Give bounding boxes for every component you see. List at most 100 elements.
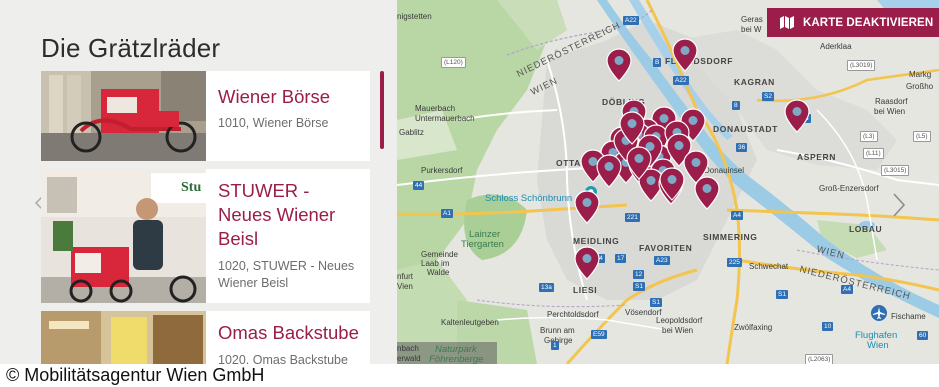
copyright-caption: © Mobilitätsagentur Wien GmbH [6, 365, 265, 385]
road-shield: B [653, 58, 662, 67]
label-gerasdorf: Geras [741, 15, 763, 24]
location-pin-icon[interactable] [619, 111, 645, 145]
road-shield: A23 [654, 256, 670, 265]
label-kaltenleutgeben: Kaltenleutgeben [441, 318, 499, 327]
road-shield: 10 [822, 322, 834, 331]
road-shield: 60 [917, 331, 929, 340]
label-aspern: ASPERN [797, 152, 837, 162]
scrollbar-thumb[interactable] [380, 71, 384, 149]
label-schwechat: Schwechat [749, 262, 789, 271]
label-nigstetten: nigstetten [397, 12, 432, 21]
location-pin-icon[interactable] [659, 167, 685, 201]
label-kagran: KAGRAN [734, 77, 775, 87]
location-pin-icon[interactable] [784, 99, 810, 133]
card-title[interactable]: Wiener Börse [218, 85, 363, 109]
card-photo-cargo-bike [41, 71, 206, 161]
airport-icon [871, 305, 887, 321]
location-list-panel: Die Grätzlräder Wiener Börse 1010, Wiene… [0, 0, 397, 364]
label-untermauerbach: Untermauerbach [415, 114, 475, 123]
road-shield: (L3) [860, 131, 878, 142]
card-address: 1010, Wiener Börse [218, 116, 329, 130]
svg-text:Stu: Stu [181, 180, 201, 195]
road-shield: 225 [727, 258, 742, 267]
road-shield: 44 [413, 181, 425, 190]
label-grosshofen: Großho [906, 82, 934, 91]
road-shield: A1 [441, 209, 453, 218]
road-shield: (L11) [863, 148, 884, 159]
label-simmering: SIMMERING [703, 232, 758, 242]
map-view[interactable]: nigstetten Geras bei W FLORIDSDORF Aderk… [397, 0, 939, 364]
road-shield: 13a [539, 283, 554, 292]
card-title[interactable]: Omas Backstube [218, 321, 363, 345]
road-shield: (L5) [913, 131, 931, 142]
road-shield: 12 [633, 270, 645, 279]
card-address: 1020, Omas Backstube [218, 353, 348, 364]
map-icon [780, 16, 794, 29]
label-favoriten: FAVORITEN [639, 243, 693, 253]
location-card-stuwer[interactable]: Stu STUWER - Neues Wiener Beisl 1020, ST… [41, 169, 370, 303]
label-leopoldsdorf: Leopoldsdorf [656, 316, 703, 325]
toggle-map-button[interactable]: KARTE DEAKTIVIEREN [767, 8, 939, 37]
road-shield: 8 [732, 101, 740, 110]
label-gerasdorf-2: bei W [741, 25, 762, 34]
card-address: 1020, STUWER - Neues Wiener Beisl [218, 259, 355, 290]
label-donaustadt: DONAUSTADT [713, 124, 778, 134]
road-shield: (L3015) [881, 165, 910, 176]
label-wien-w: Vien [397, 282, 413, 291]
label-gemeinde: Gemeinde [421, 250, 458, 259]
card-photo-bakery [41, 311, 206, 364]
label-nbach: nbach [397, 344, 419, 353]
label-gablitz: Gablitz [399, 128, 424, 137]
road-shield: E59 [591, 330, 607, 339]
location-pin-icon[interactable] [574, 190, 600, 224]
label-perchtoldsdorf: Perchtoldsdorf [547, 310, 599, 319]
label-brunn: Brunn am [540, 326, 575, 335]
location-pin-icon[interactable] [694, 176, 720, 210]
road-shield: (L3019) [847, 60, 876, 71]
label-lobau: LOBAU [849, 224, 883, 234]
label-laab-im: Laab im [421, 259, 450, 268]
label-purkersdorf: Purkersdorf [421, 166, 463, 175]
label-raasdorf: Raasdorf [875, 97, 908, 106]
label-markgrafneusiedl: Markg [909, 70, 932, 79]
label-fohrenberge: Föhrenberge [429, 354, 484, 364]
road-shield: A22 [673, 76, 689, 85]
road-shield: S1 [650, 298, 662, 307]
label-donauinsel: Donauinsel [704, 166, 745, 175]
label-walde: Walde [427, 268, 450, 277]
road-shield: A4 [731, 211, 743, 220]
label-schloss-schoenbrunn: Schloss Schönbrunn [485, 193, 573, 204]
road-shield: A4 [841, 285, 853, 294]
label-furt: nfurt [397, 272, 414, 281]
label-flughafen-2: Wien [867, 340, 889, 351]
location-card-omas-backstube[interactable]: Omas Backstube 1020, Omas Backstube [41, 311, 370, 364]
location-pin-icon[interactable] [626, 146, 652, 180]
label-erwald: erwald [397, 354, 421, 363]
label-liesing: LIESI [573, 285, 598, 295]
label-tiergarten: Tiergarten [461, 239, 504, 250]
card-title[interactable]: STUWER - Neues Wiener Beisl [218, 179, 363, 251]
chevron-right-icon[interactable] [892, 193, 906, 217]
location-card-wiener-boerse[interactable]: Wiener Börse 1010, Wiener Börse [41, 71, 370, 161]
road-shield: A22 [623, 16, 639, 25]
label-gross-enzersdorf: Groß-Enzersdorf [819, 184, 879, 193]
label-meidling: MEIDLING [573, 236, 620, 246]
road-shield: 1 [551, 341, 559, 350]
road-shield: (L120) [441, 57, 466, 68]
panel-title: Die Grätzlräder [41, 33, 221, 63]
location-pin-icon[interactable] [672, 38, 698, 72]
label-leopoldsdorf-2: bei Wien [662, 326, 694, 335]
location-pin-icon[interactable] [574, 246, 600, 280]
road-shield: 36 [736, 143, 748, 152]
label-mauerbach: Mauerbach [415, 104, 456, 113]
location-pin-icon[interactable] [606, 48, 632, 82]
road-shield: S1 [776, 290, 788, 299]
road-shield: 221 [625, 213, 640, 222]
label-raasdorf-2: bei Wien [874, 107, 906, 116]
label-fischamend: Fischame [891, 312, 926, 321]
road-shield: S1 [633, 282, 645, 291]
road-shield: (L2063) [805, 354, 834, 364]
card-photo-man-with-cargo-bike: Stu [41, 169, 206, 303]
road-shield: 17 [615, 254, 627, 263]
road-shield: S2 [762, 92, 774, 101]
